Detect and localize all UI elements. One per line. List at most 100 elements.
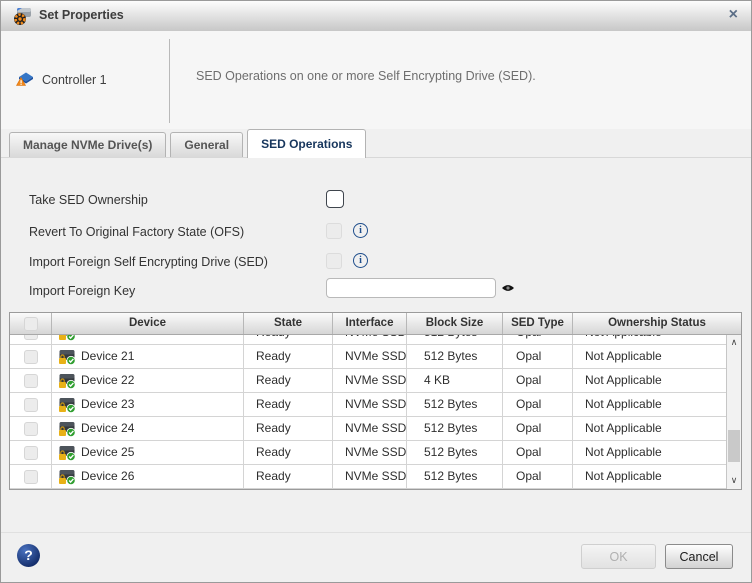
table-rows: Device 21 Ready NVMe SSD 512 Bytes Opal … <box>10 345 726 489</box>
column-header-ownership-status[interactable]: Ownership Status <box>573 313 741 334</box>
import-foreign-sed-checkbox <box>326 253 342 269</box>
column-header-sed-type[interactable]: SED Type <box>503 313 573 334</box>
controller-icon <box>15 72 33 86</box>
scroll-down-icon[interactable]: ∨ <box>727 473 741 489</box>
import-foreign-sed-info-icon[interactable]: i <box>353 253 368 268</box>
row-checkbox[interactable] <box>23 421 38 436</box>
device-interface: NVMe SSD <box>333 441 407 464</box>
device-interface: NVMe SSD <box>333 345 407 368</box>
table-row[interactable]: Device 25 Ready NVMe SSD 512 Bytes Opal … <box>10 441 726 465</box>
device-ownership-status: Not Applicable <box>585 421 662 435</box>
dialog-description: SED Operations on one or more Self Encry… <box>196 69 536 83</box>
show-password-eye-icon[interactable] <box>501 282 515 294</box>
column-header-interface[interactable]: Interface <box>333 313 407 334</box>
device-ownership-status: Not Applicable <box>585 397 662 411</box>
tab-general[interactable]: General <box>170 132 244 157</box>
device-name: Device 24 <box>81 421 135 435</box>
device-sed-type: Opal <box>503 465 573 488</box>
window-title: Set Properties <box>39 8 124 22</box>
table-row[interactable]: Device 21 Ready NVMe SSD 512 Bytes Opal … <box>10 345 726 369</box>
device-interface: NVMe SSD <box>333 465 407 488</box>
device-sed-type: Opal <box>503 369 573 392</box>
table-row[interactable]: Device 24 Ready NVMe SSD 512 Bytes Opal … <box>10 417 726 441</box>
column-header-block-size[interactable]: Block Size <box>407 313 503 334</box>
device-name: Device 21 <box>81 349 135 363</box>
table-scrollbar[interactable]: ∧ ∨ <box>726 335 741 489</box>
import-foreign-key-input[interactable] <box>326 278 496 298</box>
drive-icon <box>59 397 76 413</box>
tab-sed-operations[interactable]: SED Operations <box>247 129 367 158</box>
help-icon[interactable]: ? <box>17 544 40 567</box>
drive-icon <box>59 469 76 485</box>
device-block-size: 512 Bytes <box>407 441 503 464</box>
row-checkbox[interactable] <box>23 335 38 340</box>
take-sed-ownership-label: Take SED Ownership <box>29 193 148 207</box>
drive-icon <box>59 445 76 461</box>
device-state: Ready <box>244 393 333 416</box>
device-ownership-status: Not Applicable <box>585 349 662 363</box>
device-name: Device 23 <box>81 397 135 411</box>
scrollbar-thumb[interactable] <box>728 430 740 462</box>
device-ownership-status: Not Applicable <box>585 445 662 459</box>
import-foreign-key-label: Import Foreign Key <box>29 284 136 298</box>
row-checkbox[interactable] <box>23 349 38 364</box>
row-checkbox[interactable] <box>23 445 38 460</box>
device-state: Ready <box>244 417 333 440</box>
header-divider <box>169 39 170 123</box>
set-properties-dialog: Set Properties × Controller 1 SED Operat… <box>0 0 752 583</box>
tab-bar: Manage NVMe Drive(s) General SED Operati… <box>1 129 751 158</box>
table-rows-container: Ready NVMe SSD 512 Bytes Opal Not Applic… <box>10 335 726 489</box>
device-name: Device 25 <box>81 445 135 459</box>
ok-button[interactable]: OK <box>581 544 656 569</box>
device-sed-type: Opal <box>503 441 573 464</box>
column-header-device[interactable]: Device <box>52 313 244 334</box>
select-all-cell <box>10 313 52 334</box>
close-icon[interactable]: × <box>729 5 738 25</box>
import-foreign-sed-label: Import Foreign Self Encrypting Drive (SE… <box>29 255 268 269</box>
device-name: Device 22 <box>81 373 135 387</box>
device-table: Device State Interface Block Size SED Ty… <box>9 312 742 490</box>
row-checkbox[interactable] <box>23 397 38 412</box>
select-all-checkbox[interactable] <box>23 316 38 331</box>
drive-icon <box>59 373 76 389</box>
device-sed-type: Opal <box>503 393 573 416</box>
drive-icon <box>59 421 76 437</box>
tab-manage-nvme-drives[interactable]: Manage NVMe Drive(s) <box>9 132 167 157</box>
row-checkbox[interactable] <box>23 373 38 388</box>
row-checkbox[interactable] <box>23 469 38 484</box>
device-interface: NVMe SSD <box>333 417 407 440</box>
device-block-size: 512 Bytes <box>407 393 503 416</box>
cancel-button[interactable]: Cancel <box>665 544 733 569</box>
column-header-state[interactable]: State <box>244 313 333 334</box>
table-row[interactable]: Device 22 Ready NVMe SSD 4 KB Opal Not A… <box>10 369 726 393</box>
table-header-row: Device State Interface Block Size SED Ty… <box>10 313 741 335</box>
partially-scrolled-row: Ready NVMe SSD 512 Bytes Opal Not Applic… <box>10 335 726 345</box>
revert-ofs-label: Revert To Original Factory State (OFS) <box>29 225 245 239</box>
device-ownership-status: Not Applicable <box>585 469 662 483</box>
revert-ofs-checkbox <box>326 223 342 239</box>
device-name: Device 26 <box>81 469 135 483</box>
scroll-up-icon[interactable]: ∧ <box>727 335 741 351</box>
table-body: Ready NVMe SSD 512 Bytes Opal Not Applic… <box>10 335 741 489</box>
revert-ofs-info-icon[interactable]: i <box>353 223 368 238</box>
device-state: Ready <box>244 465 333 488</box>
table-row[interactable]: Device 23 Ready NVMe SSD 512 Bytes Opal … <box>10 393 726 417</box>
device-block-size: 512 Bytes <box>407 465 503 488</box>
device-interface: NVMe SSD <box>333 369 407 392</box>
table-row[interactable]: Device 26 Ready NVMe SSD 512 Bytes Opal … <box>10 465 726 489</box>
drive-icon <box>59 349 76 365</box>
dialog-header: Controller 1 SED Operations on one or mo… <box>1 31 751 129</box>
title-bar: Set Properties × <box>1 1 751 32</box>
device-state: Ready <box>244 345 333 368</box>
device-state: Ready <box>244 369 333 392</box>
device-sed-type: Opal <box>503 417 573 440</box>
controller-label: Controller 1 <box>42 73 107 87</box>
device-state: Ready <box>244 441 333 464</box>
device-block-size: 4 KB <box>407 369 503 392</box>
set-properties-gear-drive-icon <box>14 8 31 25</box>
device-sed-type: Opal <box>503 345 573 368</box>
device-block-size: 512 Bytes <box>407 345 503 368</box>
drive-icon <box>59 335 76 341</box>
take-sed-ownership-checkbox[interactable] <box>326 190 344 208</box>
footer-buttons: OK Cancel <box>581 544 733 569</box>
